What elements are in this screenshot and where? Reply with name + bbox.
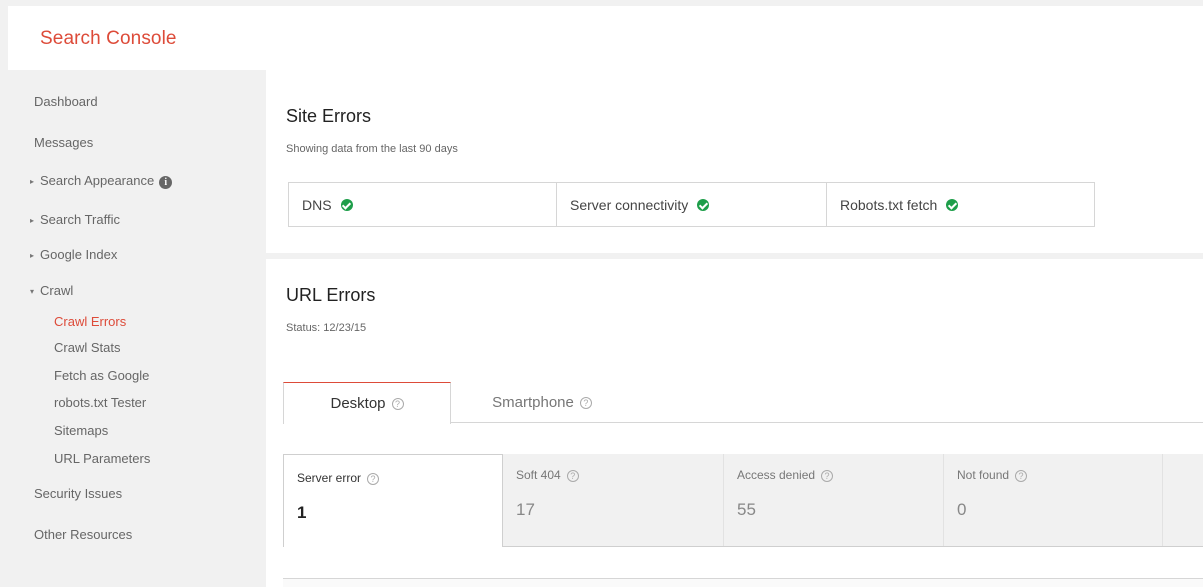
site-errors-title: Site Errors — [286, 106, 372, 126]
section-divider — [266, 253, 1203, 259]
sidebar-item-other-resources[interactable]: Other Resources — [34, 527, 132, 542]
stat-value: 1 — [297, 503, 307, 522]
tab-label: Smartphone — [492, 394, 574, 411]
sidebar-item-messages[interactable]: Messages — [34, 135, 93, 150]
sidebar-item-label: Messages — [34, 135, 94, 150]
url-error-stats: Server error? 1 Soft 404? 17 Access deni… — [283, 454, 1203, 547]
sidebar-item-security-issues[interactable]: Security Issues — [34, 486, 122, 501]
sidebar-subitem-url-parameters[interactable]: URL Parameters — [54, 451, 150, 466]
stat-server-error[interactable]: Server error? 1 — [283, 454, 503, 547]
sidebar-subitem-robots-tester[interactable]: robots.txt Tester — [54, 395, 146, 410]
stat-label: Server error? — [297, 471, 380, 485]
url-errors-title: URL Errors — [286, 285, 376, 305]
info-icon[interactable]: i — [159, 176, 173, 189]
tab-smartphone[interactable]: Smartphone ? — [462, 382, 622, 423]
help-icon[interactable]: ? — [566, 470, 579, 482]
sidebar-item-label: Security Issues — [34, 486, 123, 501]
sidebar-item-label: Search Appearance — [40, 173, 155, 188]
sidebar-item-search-appearance[interactable]: ▸ Search Appearance i — [30, 173, 173, 189]
stat-value: 55 — [737, 500, 756, 519]
check-icon — [340, 198, 353, 211]
stat-access-denied[interactable]: Access denied? 55 — [724, 454, 944, 546]
robots-fetch-label: Robots.txt fetch — [840, 196, 938, 213]
stat-soft-404[interactable]: Soft 404? 17 — [503, 454, 724, 546]
caret-right-icon: ▸ — [30, 216, 35, 225]
sidebar-item-label: Google Index — [40, 247, 118, 262]
sidebar-subitem-fetch-as-google[interactable]: Fetch as Google — [54, 368, 149, 383]
site-errors-summary: DNS Server connectivity Robots.txt fetch — [288, 182, 1095, 227]
sidebar-item-label: Other Resources — [34, 527, 133, 542]
server-connectivity-status[interactable]: Server connectivity — [556, 183, 826, 226]
sidebar-item-search-traffic[interactable]: ▸ Search Traffic — [30, 212, 120, 227]
stat-overflow — [1163, 454, 1203, 546]
top-bar: Search Console — [8, 6, 1203, 70]
main-panel: Site Errors Showing data from the last 9… — [266, 70, 1203, 587]
dns-status[interactable]: DNS — [289, 183, 556, 226]
help-icon[interactable]: ? — [821, 470, 834, 482]
help-icon[interactable]: ? — [367, 473, 380, 485]
stats-active-gap — [284, 546, 502, 547]
site-errors-subtitle: Showing data from the last 90 days — [286, 143, 458, 155]
sidebar-item-label: Dashboard — [34, 94, 98, 109]
tab-label: Desktop — [330, 395, 386, 412]
caret-right-icon: ▸ — [30, 177, 35, 186]
app-title[interactable]: Search Console — [40, 28, 177, 50]
sidebar-item-crawl[interactable]: ▾ Crawl — [30, 283, 73, 298]
check-icon — [697, 198, 710, 211]
sidebar-item-dashboard[interactable]: Dashboard — [34, 94, 98, 109]
caret-right-icon: ▸ — [30, 251, 35, 260]
check-icon — [946, 198, 959, 211]
url-errors-status: Status: 12/23/15 — [286, 322, 367, 334]
help-icon[interactable]: ? — [1015, 470, 1028, 482]
sidebar-subitem-sitemaps[interactable]: Sitemaps — [54, 423, 108, 438]
sidebar-item-google-index[interactable]: ▸ Google Index — [30, 247, 117, 262]
caret-down-icon: ▾ — [30, 287, 35, 296]
sidebar-item-label: Crawl — [40, 283, 74, 298]
sidebar-subitem-crawl-stats[interactable]: Crawl Stats — [54, 340, 120, 355]
server-connectivity-label: Server connectivity — [570, 196, 689, 213]
robots-fetch-status[interactable]: Robots.txt fetch — [826, 183, 1094, 226]
sidebar-item-label: Search Traffic — [40, 212, 120, 227]
stat-label: Not found? — [957, 468, 1028, 482]
dns-label: DNS — [302, 196, 332, 213]
sidebar-subitem-crawl-errors[interactable]: Crawl Errors — [54, 314, 126, 329]
help-icon[interactable]: ? — [391, 397, 404, 410]
help-icon[interactable]: ? — [579, 396, 592, 409]
sidebar-nav: Dashboard Messages ▸ Search Appearance i ▸… — [8, 70, 266, 587]
stat-value: 17 — [516, 500, 535, 519]
stat-not-found[interactable]: Not found? 0 — [944, 454, 1163, 546]
tab-desktop[interactable]: Desktop ? — [283, 382, 451, 424]
stat-value: 0 — [957, 500, 967, 519]
stat-label: Soft 404? — [516, 468, 579, 482]
stat-label: Access denied? — [737, 468, 834, 482]
chart-area-edge — [283, 578, 1203, 587]
